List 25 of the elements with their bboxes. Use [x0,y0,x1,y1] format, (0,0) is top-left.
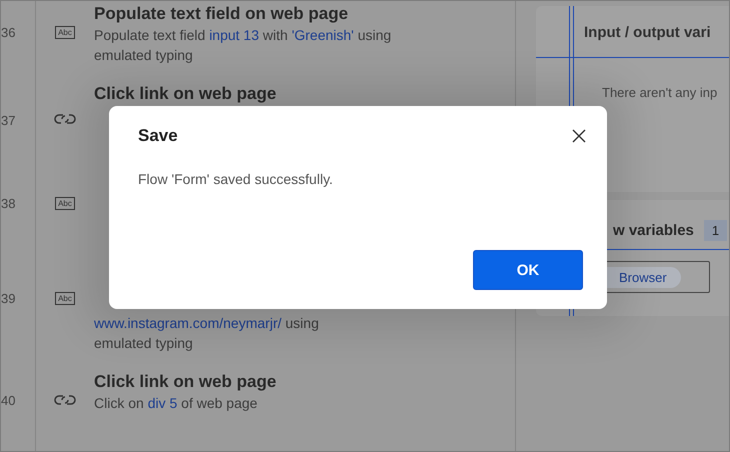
dialog-title: Save [138,126,178,146]
text-field-icon: Abc [55,26,75,39]
step-description: Click on div 5 of web page [94,394,258,413]
text-field-icon: Abc [55,197,75,210]
step-title: Populate text field on web page [94,3,350,25]
ok-button[interactable]: OK [473,250,583,290]
variable-link[interactable]: input 13 [209,27,260,43]
close-icon[interactable] [571,128,587,144]
panel-title: w variables [613,222,694,239]
count-badge: 1 [704,220,728,241]
variable-link[interactable]: div 5 [148,395,178,411]
line-number: 39 [1,267,36,359]
step-title: Click link on web page [94,371,278,393]
variable-link[interactable]: 'Greenish' [292,27,354,43]
empty-message: There aren't any inp [601,84,718,100]
line-number: 38 [1,172,36,267]
line-number: 37 [1,81,36,172]
line-number: 40 [1,359,36,451]
step-description: www.instagram.com/neymarjr/ using emulated typing [94,314,320,353]
step-description: Populate text field input 13 with 'Greenish' using emulated typing [94,26,392,65]
dialog-message: Flow 'Form' saved successfully. [137,170,334,187]
step-title: Click link on web page [94,83,278,105]
text-field-icon: Abc [55,292,75,305]
variable-link[interactable]: www.instagram.com/neymarjr/ [94,315,282,331]
line-number: 36 [1,1,36,81]
